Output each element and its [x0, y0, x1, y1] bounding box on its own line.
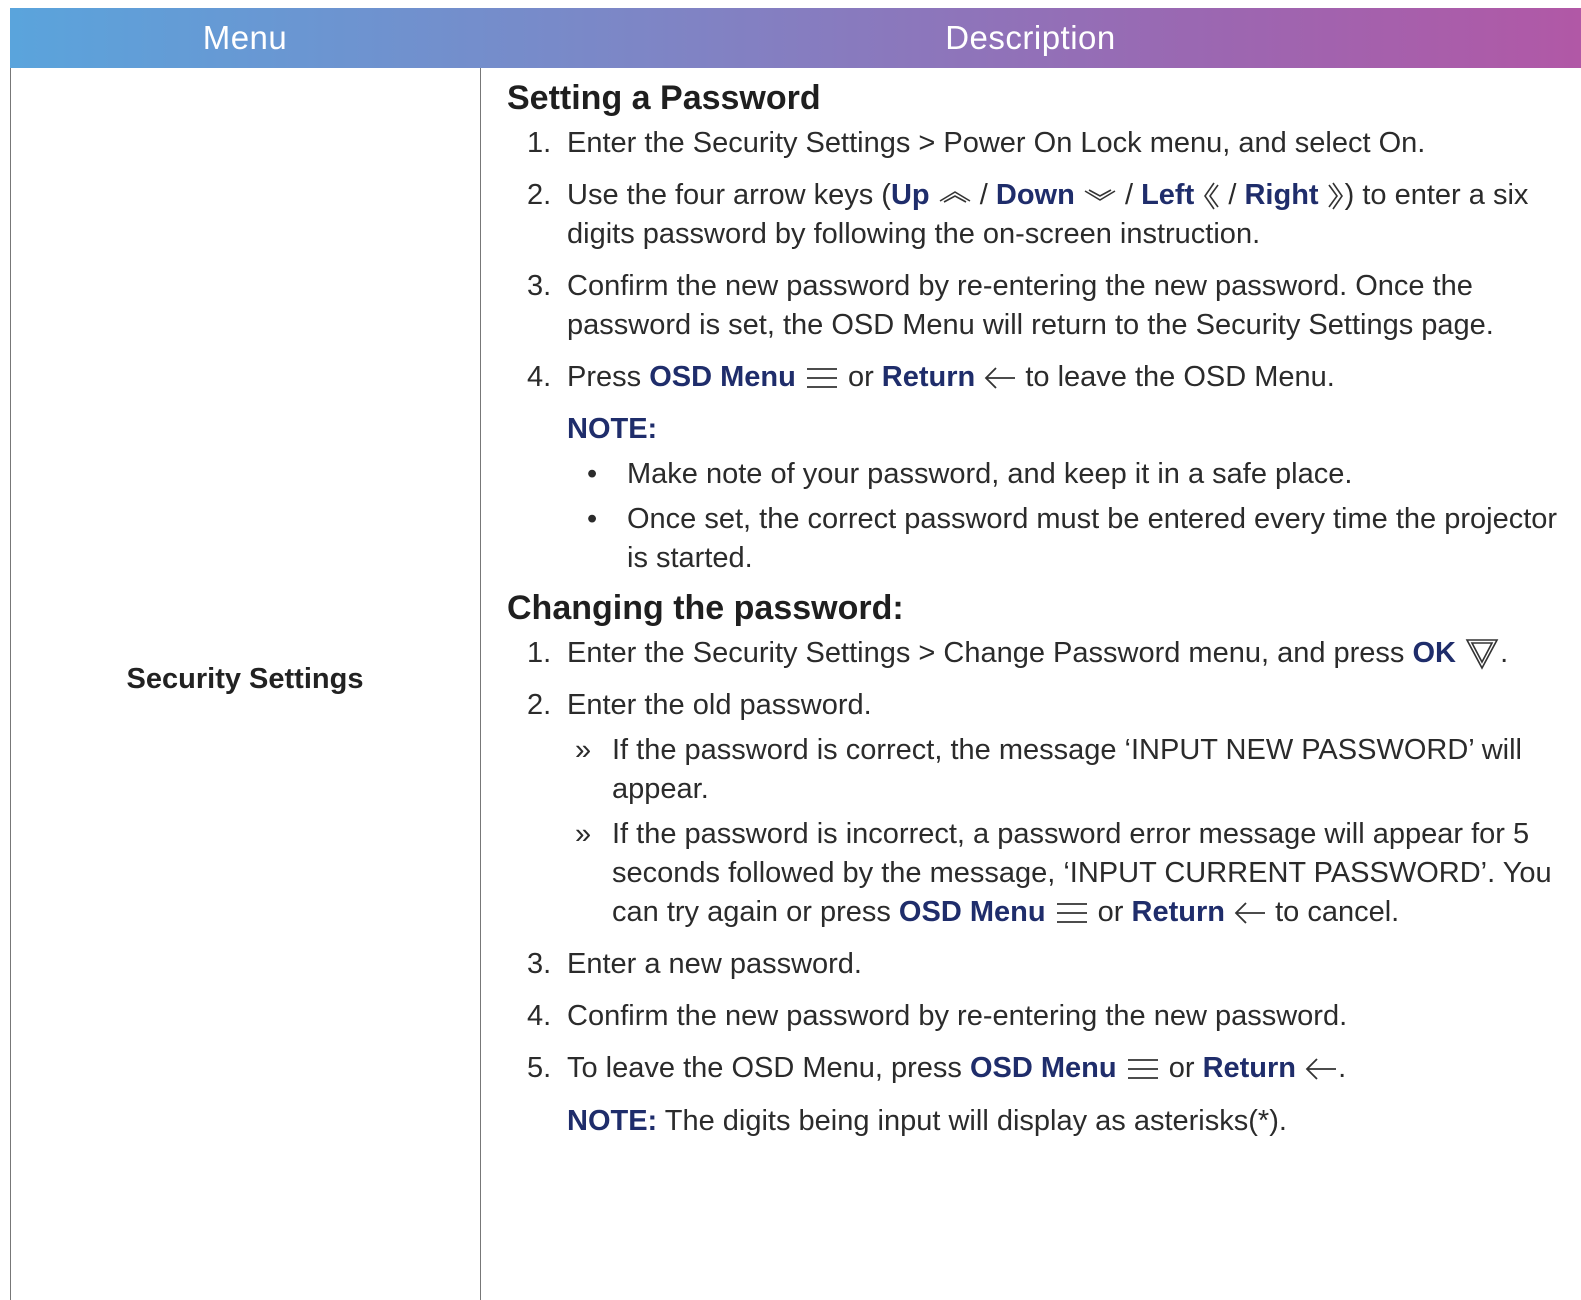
- menu-icon: [1056, 903, 1087, 924]
- sub-text: If the password is correct, the message …: [612, 734, 1522, 805]
- list-item: » If the password is correct, the messag…: [567, 731, 1567, 809]
- key-down-label: Down: [995, 179, 1075, 211]
- step-text: Enter the Security Settings > Power On L…: [567, 127, 1426, 159]
- list-item: 2. Use the four arrow keys (Up / Down / …: [507, 176, 1567, 254]
- osd-menu-key-label: OSD Menu: [898, 896, 1046, 928]
- key-left-label: Left: [1141, 179, 1195, 211]
- description-column-header: Description: [945, 19, 1116, 56]
- list-item: 3. Confirm the new password by re-enteri…: [507, 267, 1567, 345]
- asterisk-note: NOTE: The digits being input will displa…: [507, 1102, 1567, 1141]
- menu-column-header: Menu: [202, 19, 288, 56]
- step-number: 5.: [527, 1052, 552, 1084]
- column-divider: [480, 68, 481, 1300]
- or-text: or: [1168, 1052, 1203, 1084]
- ok-triangle-icon: [1465, 639, 1499, 671]
- table-header: Menu Description: [10, 8, 1581, 68]
- separator: /: [1124, 179, 1142, 211]
- sub-items: » If the password is correct, the messag…: [567, 731, 1567, 932]
- note-label: NOTE:: [567, 1105, 658, 1137]
- key-up-label: Up: [890, 179, 930, 211]
- list-item: 2. Enter the old password. » If the pass…: [507, 686, 1567, 932]
- note-heading: NOTE:: [507, 410, 1567, 449]
- separator: /: [1228, 179, 1245, 211]
- ok-key-label: OK: [1412, 637, 1457, 669]
- list-item: 1. Enter the Security Settings > Power O…: [507, 124, 1567, 163]
- sub-bullet-icon: »: [575, 818, 592, 850]
- or-text: or: [847, 361, 882, 393]
- step-number: 4.: [527, 1000, 552, 1032]
- step-number: 3.: [527, 270, 552, 302]
- separator: /: [979, 179, 996, 211]
- note-text: The digits being input will display as a…: [657, 1105, 1287, 1137]
- list-item: 3. Enter a new password.: [507, 945, 1567, 984]
- step-number: 3.: [527, 948, 552, 980]
- list-item: • Once set, the correct password must be…: [567, 500, 1567, 578]
- step-text: to leave the OSD Menu.: [1017, 361, 1335, 393]
- step-text: Use the four arrow keys (: [567, 179, 891, 211]
- list-item: 4. Press OSD Menu or Return to leave the…: [507, 358, 1567, 397]
- step-text: Enter a new password.: [567, 948, 862, 980]
- menu-icon: [806, 368, 837, 389]
- chevron-left-icon: [1204, 182, 1219, 210]
- step-number: 4.: [527, 361, 552, 393]
- step-number: 2.: [527, 689, 552, 721]
- menu-icon: [1127, 1059, 1158, 1080]
- return-key-label: Return: [881, 361, 976, 393]
- bullet-icon: •: [587, 503, 598, 535]
- step-text: .: [1500, 637, 1509, 669]
- list-item: 5. To leave the OSD Menu, press OSD Menu…: [507, 1049, 1567, 1088]
- description-cell: Setting a Password 1. Enter the Security…: [507, 76, 1567, 1141]
- step-text: Confirm the new password by re-entering …: [567, 1000, 1348, 1032]
- return-key-label: Return: [1202, 1052, 1297, 1084]
- sub-text: to cancel.: [1275, 896, 1400, 928]
- section-title-changing-password: Changing the password:: [507, 589, 904, 627]
- setting-password-steps: 1. Enter the Security Settings > Power O…: [507, 124, 1567, 397]
- step-text: Enter the Security Settings > Change Pas…: [567, 637, 1413, 669]
- return-arrow-icon: [1305, 1058, 1337, 1080]
- note-bullets: • Make note of your password, and keep i…: [507, 455, 1567, 578]
- list-item: 4. Confirm the new password by re-enteri…: [507, 997, 1567, 1036]
- step-text: .: [1338, 1052, 1347, 1084]
- osd-menu-key-label: OSD Menu: [649, 361, 796, 393]
- step-text: Enter the old password.: [567, 689, 872, 721]
- osd-menu-key-label: OSD Menu: [969, 1052, 1117, 1084]
- step-text: Confirm the new password by re-entering …: [567, 270, 1494, 341]
- step-number: 1.: [527, 127, 552, 159]
- step-text: Press: [567, 361, 650, 393]
- list-item: » If the password is incorrect, a passwo…: [567, 815, 1567, 932]
- changing-password-steps: 1. Enter the Security Settings > Change …: [507, 634, 1567, 1088]
- or-text: or: [1097, 896, 1132, 928]
- return-arrow-icon: [1234, 902, 1266, 924]
- step-number: 1.: [527, 637, 552, 669]
- chevron-up-icon: [939, 191, 971, 204]
- key-right-label: Right: [1244, 179, 1319, 211]
- return-key-label: Return: [1131, 896, 1225, 928]
- menu-item-security-settings: Security Settings: [126, 663, 364, 695]
- step-number: 2.: [527, 179, 552, 211]
- sub-bullet-icon: »: [575, 734, 592, 766]
- bullet-text: Once set, the correct password must be e…: [627, 503, 1558, 574]
- list-item: • Make note of your password, and keep i…: [567, 455, 1567, 494]
- list-item: 1. Enter the Security Settings > Change …: [507, 634, 1567, 673]
- bullet-icon: •: [587, 458, 598, 490]
- bullet-text: Make note of your password, and keep it …: [627, 458, 1353, 490]
- step-text: To leave the OSD Menu, press: [567, 1052, 970, 1084]
- chevron-right-icon: [1327, 182, 1343, 210]
- chevron-down-icon: [1084, 189, 1116, 202]
- return-arrow-icon: [985, 367, 1016, 389]
- note-label: NOTE:: [567, 413, 658, 445]
- section-title-setting-password: Setting a Password: [507, 79, 821, 117]
